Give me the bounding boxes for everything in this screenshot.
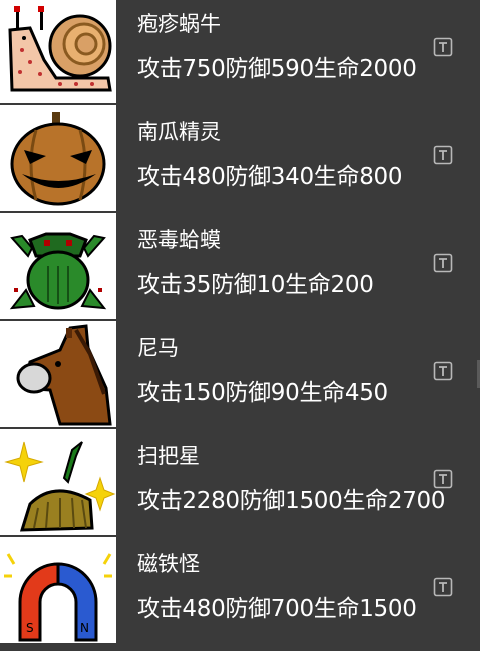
- text-icon[interactable]: [433, 469, 453, 489]
- monster-list[interactable]: 疱疹蜗牛 攻击750防御590生命2000 南瓜精灵 攻击480防御340生命8…: [0, 0, 480, 651]
- text-icon[interactable]: [433, 361, 453, 381]
- monster-stats: 攻击2280防御1500生命2700: [137, 488, 446, 514]
- monster-stats: 攻击480防御700生命1500: [137, 596, 417, 622]
- pumpkin-sprite: [0, 108, 116, 211]
- horse-sprite: [0, 324, 116, 427]
- monster-row-snail[interactable]: 疱疹蜗牛 攻击750防御590生命2000: [0, 0, 480, 111]
- monster-row-horse[interactable]: 尼马 攻击150防御90生命450: [0, 324, 480, 435]
- monster-name: 恶毒蛤蟆: [137, 228, 221, 252]
- text-icon[interactable]: [433, 253, 453, 273]
- monster-name: 尼马: [137, 336, 179, 360]
- broom-star-sprite: [0, 432, 116, 535]
- monster-stats: 攻击150防御90生命450: [137, 380, 388, 406]
- monster-stats: 攻击35防御10生命200: [137, 272, 374, 298]
- monster-row-toad[interactable]: 恶毒蛤蟆 攻击35防御10生命200: [0, 216, 480, 327]
- monster-name: 扫把星: [137, 444, 200, 468]
- text-icon[interactable]: [433, 577, 453, 597]
- monster-stats: 攻击750防御590生命2000: [137, 56, 417, 82]
- monster-name: 南瓜精灵: [137, 120, 221, 144]
- monster-name: 磁铁怪: [137, 552, 200, 576]
- snail-sprite: [0, 0, 116, 103]
- text-icon[interactable]: [433, 37, 453, 57]
- monster-row-broom-star[interactable]: 扫把星 攻击2280防御1500生命2700: [0, 432, 480, 543]
- monster-name: 疱疹蜗牛: [137, 12, 221, 36]
- toad-sprite: [0, 216, 116, 319]
- monster-stats: 攻击480防御340生命800: [137, 164, 403, 190]
- magnet-sprite: S N: [0, 540, 116, 643]
- text-icon[interactable]: [433, 145, 453, 165]
- monster-row-magnet[interactable]: S N 磁铁怪 攻击480防御700生命1500: [0, 540, 480, 651]
- svg-text:N: N: [80, 621, 89, 635]
- monster-row-pumpkin[interactable]: 南瓜精灵 攻击480防御340生命800: [0, 108, 480, 219]
- svg-text:S: S: [26, 621, 34, 635]
